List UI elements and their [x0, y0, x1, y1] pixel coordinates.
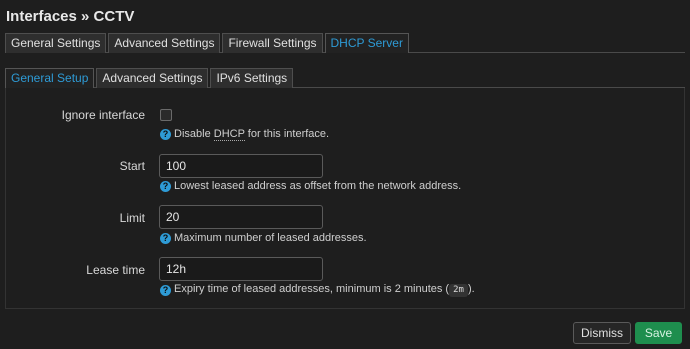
hint-text-prefix: Disable — [174, 128, 214, 140]
limit-hint-text: Maximum number of leased addresses. — [174, 232, 367, 244]
limit-input[interactable]: 20 — [159, 205, 323, 229]
limit-hint: ? Maximum number of leased addresses. — [160, 232, 367, 244]
save-button[interactable]: Save — [635, 322, 682, 344]
start-hint: ? Lowest leased address as offset from t… — [160, 180, 461, 192]
subtab-advanced-settings[interactable]: Advanced Settings — [96, 68, 209, 88]
lease-min-code: 2m — [449, 284, 468, 297]
lease-hint-suffix: ). — [467, 283, 475, 295]
sub-tabbar: General Setup Advanced Settings IPv6 Set… — [5, 68, 685, 88]
dismiss-button[interactable]: Dismiss — [573, 322, 631, 344]
lease-time-label: Lease time — [86, 263, 145, 277]
lease-hint-prefix: Expiry time of leased addresses, minimum… — [174, 283, 450, 295]
start-label: Start — [119, 159, 145, 173]
subtab-general-setup[interactable]: General Setup — [5, 68, 95, 88]
ignore-interface-hint: ? Disable DHCP for this interface. — [160, 128, 330, 141]
tab-general-settings[interactable]: General Settings — [5, 33, 107, 53]
lease-time-hint: ? Expiry time of leased addresses, minim… — [160, 283, 475, 297]
ignore-interface-checkbox[interactable] — [160, 109, 172, 121]
tab-advanced-settings[interactable]: Advanced Settings — [108, 33, 221, 53]
tab-firewall-settings[interactable]: Firewall Settings — [222, 33, 323, 53]
main-tabbar: General Settings Advanced Settings Firew… — [5, 33, 685, 53]
lease-time-input[interactable]: 12h — [159, 257, 323, 281]
help-icon: ? — [160, 128, 171, 140]
hint-text-suffix: for this interface. — [244, 128, 330, 140]
start-input[interactable]: 100 — [159, 154, 323, 178]
tab-dhcp-server[interactable]: DHCP Server — [324, 33, 409, 53]
page-title: Interfaces » CCTV — [6, 8, 135, 25]
start-hint-text: Lowest leased address as offset from the… — [174, 180, 462, 192]
subtab-ipv6-settings[interactable]: IPv6 Settings — [210, 68, 294, 88]
help-icon: ? — [160, 232, 171, 244]
dhcp-abbr: DHCP — [213, 128, 245, 141]
help-icon: ? — [160, 180, 171, 192]
ignore-interface-label: Ignore interface — [61, 108, 145, 122]
limit-label: Limit — [119, 211, 145, 225]
help-icon: ? — [160, 284, 171, 296]
